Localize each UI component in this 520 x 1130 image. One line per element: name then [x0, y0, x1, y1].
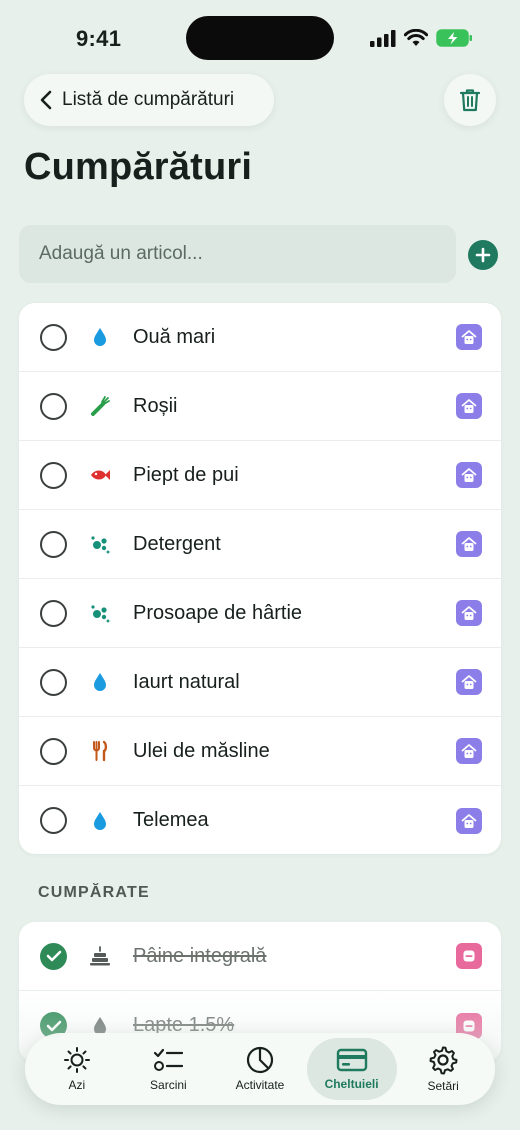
home-avatar-icon[interactable]: [456, 738, 482, 764]
tab-bar: Azi Sarcini Activitate Cheltuieli Setări: [25, 1033, 495, 1105]
purchased-section-label: CUMPĂRATE: [38, 884, 150, 901]
shopping-list: Ouă mari Roșii Piept de pui Detergent Prosoa…: [19, 303, 501, 854]
item-label: Prosoape de hârtie: [133, 601, 303, 624]
tab-label: Azi: [68, 1078, 86, 1092]
back-button[interactable]: Listă de cumpărături: [24, 74, 274, 126]
tab-label: Activitate: [235, 1078, 285, 1092]
add-item-input[interactable]: [19, 225, 456, 283]
purchased-row[interactable]: Pâine integrală: [19, 922, 501, 991]
home-avatar-icon[interactable]: [456, 807, 482, 834]
list-item-row[interactable]: Ouă mari: [19, 303, 501, 372]
dynamic-island: [186, 16, 334, 60]
signal-icon: [370, 30, 396, 47]
pink-avatar-icon[interactable]: [456, 943, 482, 969]
fork-knife-icon: [89, 740, 111, 762]
tab-sun[interactable]: Azi: [32, 1038, 122, 1100]
back-button-label: Listă de cumpărături: [62, 89, 235, 110]
home-avatar-icon[interactable]: [456, 393, 482, 419]
list-item-row[interactable]: Telemea: [19, 786, 501, 854]
item-label: Telemea: [133, 809, 209, 831]
carrot-icon: [89, 395, 111, 417]
tab-label: Cheltuieli: [324, 1077, 379, 1091]
checkbox-checked[interactable]: [40, 942, 67, 970]
checkbox[interactable]: [40, 599, 67, 627]
status-icons: [370, 28, 474, 48]
item-label: Pâine integrală: [133, 944, 267, 967]
drop-icon: [89, 810, 111, 832]
card-icon: [336, 1047, 368, 1073]
gear-icon: [428, 1045, 458, 1075]
checkbox[interactable]: [40, 392, 67, 420]
tab-label: Sarcini: [150, 1078, 187, 1092]
home-avatar-icon[interactable]: [456, 531, 482, 557]
page-title: Cumpărături: [24, 146, 253, 188]
checklist-icon: [153, 1046, 184, 1074]
checkbox[interactable]: [40, 323, 67, 351]
wifi-icon: [404, 29, 428, 46]
checkbox[interactable]: [40, 807, 67, 834]
checkmark-icon: [46, 950, 61, 962]
plus-icon: [475, 247, 491, 263]
item-label: Iaurt natural: [133, 670, 240, 693]
delete-list-button[interactable]: [444, 74, 496, 126]
list-item-row[interactable]: Iaurt natural: [19, 648, 501, 717]
tab-gear[interactable]: Setări: [398, 1038, 488, 1100]
drop-icon: [89, 671, 111, 693]
chevron-left-icon: [40, 90, 52, 110]
list-item-row[interactable]: Roșii: [19, 372, 501, 441]
pie-chart-icon: [246, 1046, 274, 1074]
bubbles-icon: [89, 602, 111, 624]
status-time: 9:41: [76, 26, 122, 51]
trash-icon: [459, 89, 481, 112]
item-label: Roșii: [133, 394, 178, 417]
list-item-row[interactable]: Detergent: [19, 510, 501, 579]
home-avatar-icon[interactable]: [456, 462, 482, 488]
item-label: Piept de pui: [133, 463, 239, 486]
bubbles-icon: [89, 533, 111, 555]
checkbox[interactable]: [40, 461, 67, 489]
sun-icon: [63, 1046, 91, 1074]
battery-icon: [436, 29, 472, 47]
tab-label: Setări: [427, 1079, 459, 1093]
checkbox[interactable]: [40, 668, 67, 696]
checkbox[interactable]: [40, 530, 67, 558]
status-bar: 9:41: [0, 0, 520, 76]
tab-pie-chart[interactable]: Activitate: [215, 1038, 305, 1100]
add-item-button[interactable]: [468, 240, 498, 270]
fish-icon: [89, 464, 111, 486]
item-label: Ouă mari: [133, 325, 216, 348]
item-label: Ulei de măsline: [133, 739, 270, 762]
tab-checklist[interactable]: Sarcini: [123, 1038, 213, 1100]
drop-icon: [89, 326, 111, 348]
tab-card[interactable]: Cheltuieli: [306, 1038, 397, 1100]
home-avatar-icon[interactable]: [456, 600, 482, 626]
cake-icon: [89, 945, 111, 967]
list-item-row[interactable]: Piept de pui: [19, 441, 501, 510]
list-item-row[interactable]: Ulei de măsline: [19, 717, 501, 786]
home-avatar-icon[interactable]: [456, 324, 482, 350]
home-avatar-icon[interactable]: [456, 669, 482, 695]
checkmark-icon: [46, 1020, 61, 1031]
item-label: Detergent: [133, 532, 221, 555]
checkbox[interactable]: [40, 737, 67, 765]
list-item-row[interactable]: Prosoape de hârtie: [19, 579, 501, 648]
